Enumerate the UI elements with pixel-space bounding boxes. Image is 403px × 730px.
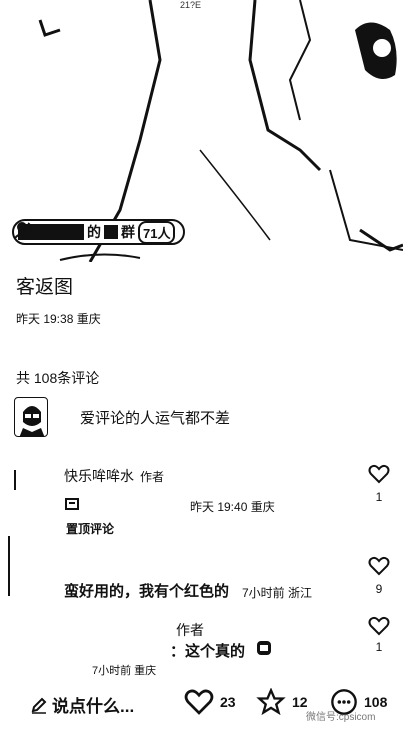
sticker-icon: [65, 498, 79, 510]
comment-divider: [8, 536, 10, 596]
comment-input-button[interactable]: 说点什么...: [30, 692, 134, 717]
group-text: 群: [121, 224, 135, 240]
people-icon: [14, 222, 32, 239]
group-member-count: 71人: [138, 220, 176, 244]
comment-like-count: 1: [375, 490, 383, 504]
redacted-group-char: [104, 225, 118, 239]
author-tag: 作者: [140, 470, 165, 484]
like-heart-icon[interactable]: [368, 616, 390, 636]
like-button[interactable]: 23: [184, 688, 236, 716]
star-icon: [256, 688, 286, 716]
pinned-label: 置顶评论: [66, 522, 115, 536]
comment-time: 7小时前 浙江: [242, 586, 313, 600]
comment-like-count: 9: [375, 582, 383, 596]
group-chat-pill[interactable]: 的 群 71人: [12, 219, 186, 245]
comment-divider: [14, 470, 16, 490]
like-heart-icon[interactable]: [368, 556, 390, 576]
pencil-icon: [31, 697, 47, 714]
comment-item: 快乐哞哞水 作者 1 昨天 19:40 重庆 置顶评论: [0, 456, 403, 546]
watermark: 微信号:cpsicom: [306, 712, 376, 723]
comment-body: 蛮好用的，我有个红色的: [64, 583, 230, 600]
comment-time: 7小时前 重庆: [92, 665, 157, 677]
comment-author[interactable]: 快乐哞哞水 作者: [64, 466, 164, 486]
comment-item: 作者 ：这个真的 1 7小时前 重庆: [0, 612, 403, 684]
heart-icon: [184, 689, 214, 715]
comment-body: ：这个真的: [170, 643, 246, 660]
author-tag: 作者: [176, 622, 204, 638]
favorite-button[interactable]: 12: [256, 688, 308, 716]
comment-like-count: 1: [375, 640, 383, 654]
post-meta: 昨天 19:38 重庆: [16, 312, 101, 326]
comment-prompt[interactable]: 爱评论的人运气都不差: [14, 396, 394, 438]
photo-top-text: 21?E: [180, 0, 202, 10]
comment-author-name: 快乐哞哞水: [64, 468, 134, 484]
group-of-text: 的: [87, 224, 101, 240]
post-image[interactable]: 21?E 的 群 71人: [0, 0, 403, 262]
comment-input-placeholder: 说点什么...: [52, 697, 135, 716]
comment-item: 蛮好用的，我有个红色的 7小时前 浙江 9: [0, 536, 403, 616]
like-heart-icon[interactable]: [368, 464, 390, 484]
like-count: 23: [220, 694, 236, 710]
comment-prompt-text: 爱评论的人运气都不差: [80, 409, 231, 427]
avatar: [14, 397, 48, 437]
emoji-icon: [257, 641, 271, 655]
post-title: 客返图: [16, 277, 74, 298]
comment-time: 昨天 19:40 重庆: [190, 500, 275, 514]
comments-count-label: 共 108条评论: [16, 370, 100, 386]
